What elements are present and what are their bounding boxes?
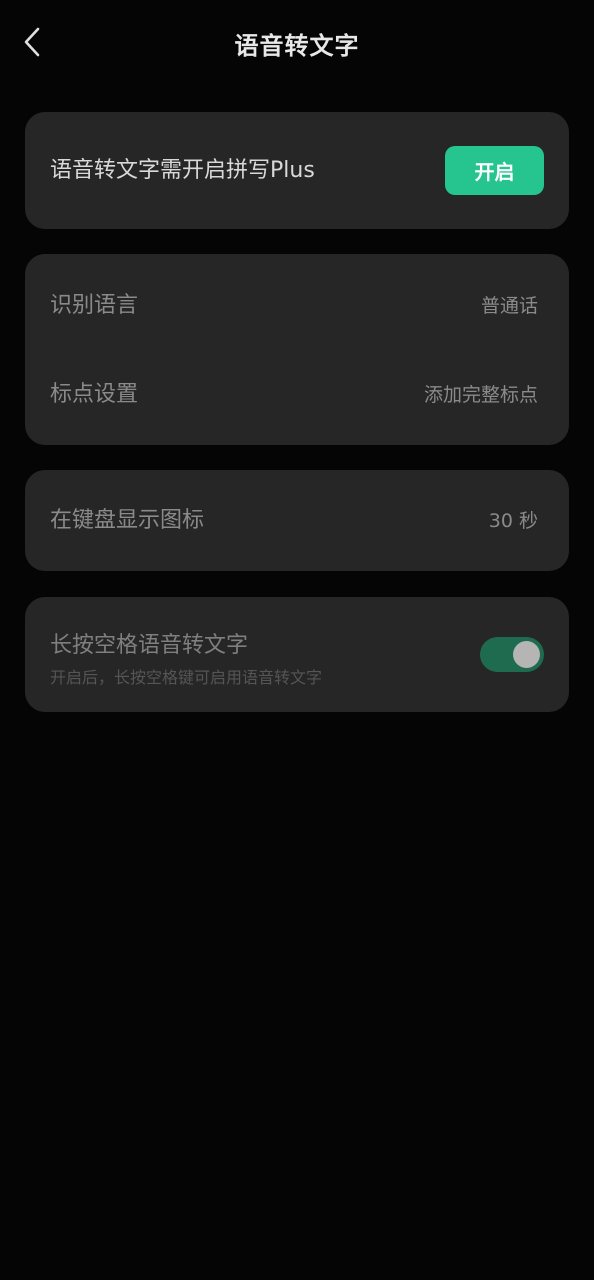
recognition-settings-card: 识别语言 普通话 标点设置 添加完整标点 <box>25 254 569 445</box>
space-hold-card: 长按空格语音转文字 开启后，长按空格键可启用语音转文字 <box>25 597 569 712</box>
recognition-language-label: 识别语言 <box>50 293 139 318</box>
enable-plus-button[interactable]: 开启 <box>445 146 544 195</box>
recognition-language-row[interactable]: 识别语言 普通话 <box>25 276 569 336</box>
punctuation-setting-label: 标点设置 <box>50 382 139 407</box>
recognition-language-value: 普通话 <box>480 295 538 317</box>
voice-to-text-settings-screen: 语音转文字 语音转文字需开启拼写Plus 开启 识别语言 普通话 标点设置 添加… <box>0 0 594 1280</box>
header: 语音转文字 <box>0 0 594 90</box>
space-hold-toggle[interactable] <box>480 637 544 672</box>
punctuation-setting-row[interactable]: 标点设置 添加完整标点 <box>25 365 569 425</box>
page-title: 语音转文字 <box>234 32 360 60</box>
space-hold-subtitle: 开启后，长按空格键可启用语音转文字 <box>50 668 323 687</box>
keyboard-icon-label: 在键盘显示图标 <box>50 508 205 533</box>
keyboard-icon-duration-value: 30 秒 <box>488 510 538 532</box>
space-hold-title: 长按空格语音转文字 <box>50 633 249 658</box>
toggle-knob <box>513 641 540 668</box>
plus-upsell-card: 语音转文字需开启拼写Plus 开启 <box>25 112 569 229</box>
keyboard-icon-row[interactable]: 在键盘显示图标 30 秒 <box>25 491 569 551</box>
plus-upsell-text: 语音转文字需开启拼写Plus <box>50 158 315 183</box>
keyboard-icon-card: 在键盘显示图标 30 秒 <box>25 470 569 571</box>
punctuation-setting-value: 添加完整标点 <box>423 384 538 406</box>
